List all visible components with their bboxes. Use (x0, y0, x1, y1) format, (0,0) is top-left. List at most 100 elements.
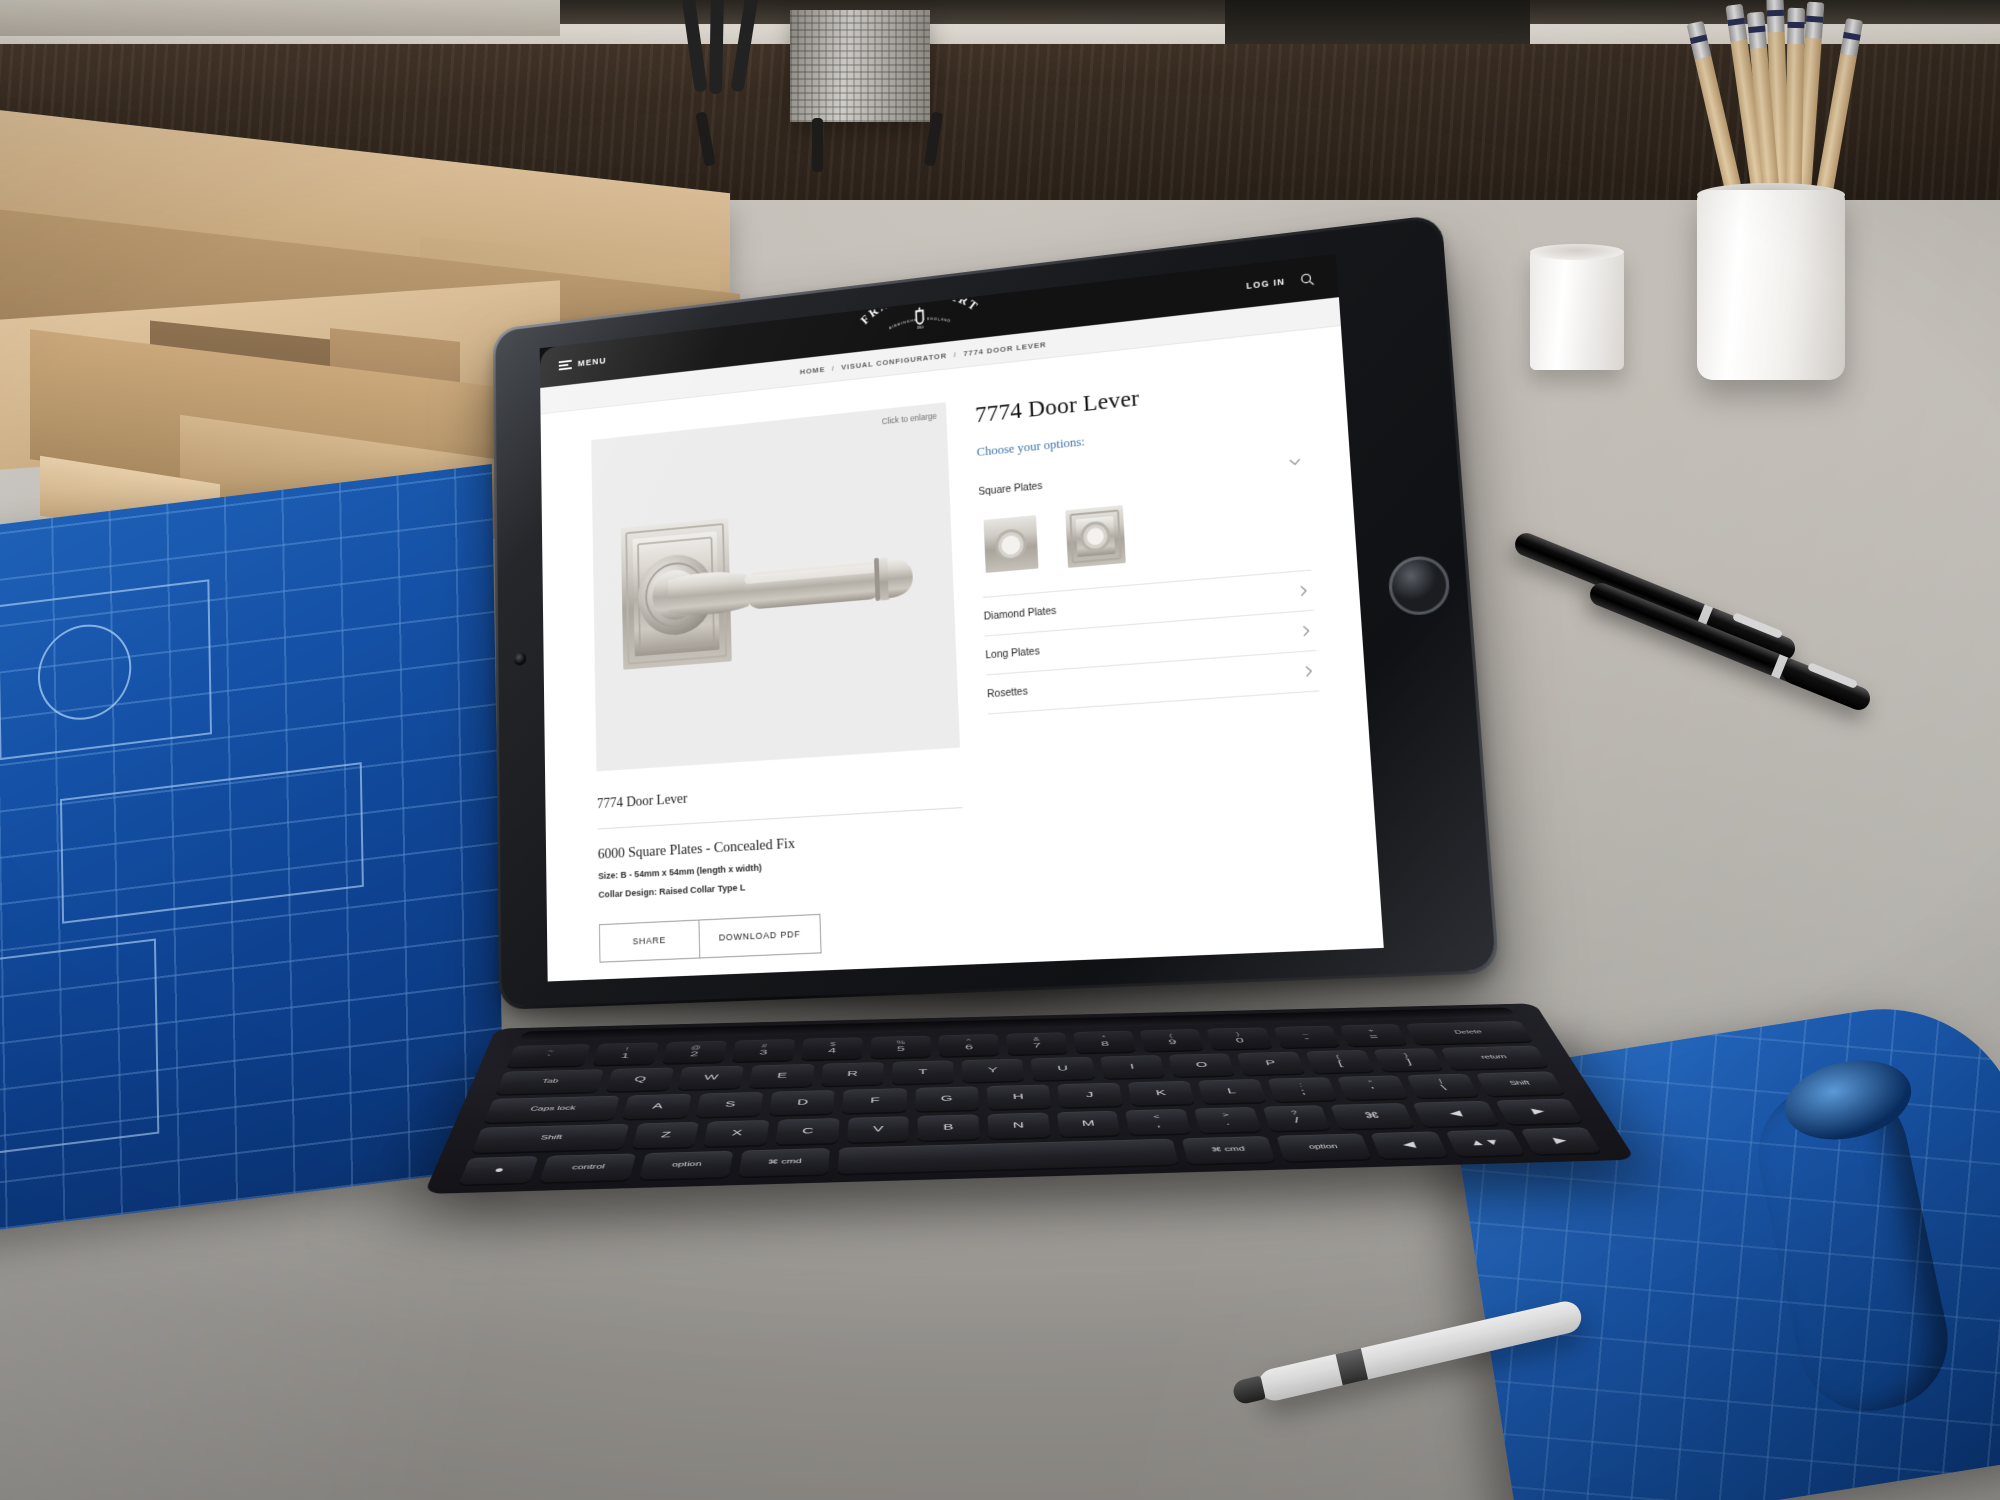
crest-icon: 1910 (915, 307, 924, 330)
key-[interactable]: ▶ (1520, 1127, 1601, 1154)
key-[interactable]: % 5 (870, 1036, 930, 1059)
accordion-header-rosettes[interactable]: Rosettes (986, 651, 1319, 713)
key-o[interactable]: O (1169, 1053, 1236, 1076)
key-s[interactable]: S (696, 1092, 764, 1117)
accordion-header-long-plates[interactable]: Long Plates (985, 611, 1317, 675)
blueprint-detail (0, 938, 159, 1154)
key-[interactable]: ) 0 (1207, 1027, 1272, 1049)
mesh-leg (812, 118, 823, 172)
accordion-body-square-plates (979, 480, 1311, 597)
key-u[interactable]: U (1031, 1057, 1095, 1081)
key-tab[interactable]: Tab (495, 1069, 603, 1094)
key-[interactable]: | \ (1407, 1074, 1480, 1098)
key-[interactable]: & 7 (1006, 1032, 1068, 1054)
key-[interactable]: >. (1194, 1107, 1261, 1133)
key-l[interactable]: L (1198, 1079, 1267, 1104)
key-x[interactable]: X (704, 1120, 770, 1147)
hamburger-icon (559, 360, 572, 370)
key-a[interactable]: A (622, 1094, 692, 1119)
wall-panel-left (0, 0, 560, 36)
key-k[interactable]: K (1127, 1081, 1194, 1106)
key-p[interactable]: P (1237, 1052, 1305, 1075)
key-[interactable]: ● (459, 1156, 539, 1185)
key-[interactable]: ⌘ (1330, 1103, 1415, 1129)
desk-scene-photo: ~ `! 1 @2 #3 $4 % 5 ^ 6 & 7 * 8(9) 0 _ - + = Delete Tab Q W E R T… (0, 0, 2000, 1500)
key-w[interactable]: W (678, 1066, 745, 1090)
key-[interactable]: }] (1373, 1048, 1443, 1071)
ipad-screen: MENU FRANK ALLART BIRMINGHAM · ENGLAND 1… (540, 254, 1384, 982)
divider (597, 807, 962, 829)
key-[interactable]: #3 (732, 1039, 795, 1062)
key-return[interactable]: return (1441, 1046, 1549, 1070)
website-viewport: MENU FRANK ALLART BIRMINGHAM · ENGLAND 1… (540, 254, 1384, 982)
key-[interactable]: " ' (1337, 1075, 1408, 1099)
key-[interactable]: * 8 (1073, 1031, 1136, 1053)
key-[interactable]: _ - (1273, 1026, 1339, 1048)
download-pdf-button[interactable]: DOWNLOAD PDF (698, 914, 821, 959)
key-y[interactable]: Y (962, 1059, 1025, 1083)
key-v[interactable]: V (847, 1116, 909, 1142)
breadcrumb-item-configurator[interactable]: VISUAL CONFIGURATOR (841, 351, 947, 371)
key-d[interactable]: D (769, 1090, 835, 1115)
key-option[interactable]: option (1276, 1133, 1371, 1161)
accordion-header-diamond-plates[interactable]: Diamond Plates (983, 571, 1314, 636)
key-[interactable]: ▶ (1495, 1099, 1583, 1125)
key-[interactable]: ! 1 (592, 1042, 659, 1065)
key-[interactable]: <, (1125, 1109, 1191, 1135)
key-b[interactable]: B (918, 1114, 979, 1140)
key-[interactable]: + = (1339, 1024, 1407, 1046)
key-f[interactable]: F (843, 1088, 907, 1113)
header-actions: LOG IN (1246, 271, 1316, 294)
small-container-lip (1530, 244, 1624, 260)
share-button[interactable]: SHARE (599, 920, 700, 963)
key-[interactable]: {[ (1305, 1050, 1374, 1073)
key-[interactable]: ~ ` (506, 1044, 590, 1067)
key-delete[interactable]: Delete (1405, 1021, 1532, 1044)
key-m[interactable]: M (1056, 1111, 1120, 1137)
key-[interactable]: $4 (801, 1037, 863, 1060)
key-[interactable]: ▲▼ (1446, 1129, 1525, 1156)
key-q[interactable]: Q (606, 1067, 674, 1091)
key-shift[interactable]: Shift (1476, 1071, 1565, 1096)
key-option[interactable]: option (639, 1151, 733, 1180)
accordion-item-diamond-plates: Diamond Plates (983, 571, 1314, 637)
key-j[interactable]: J (1057, 1083, 1123, 1108)
chevron-right-icon[interactable] (1298, 623, 1314, 639)
keyboard-keys[interactable]: ~ `! 1 @2 #3 $4 % 5 ^ 6 & 7 * 8(9) 0 _ - + = Delete Tab Q W E R T… (460, 1021, 1600, 1182)
blueprint-circle (37, 619, 132, 725)
key-h[interactable]: H (986, 1085, 1051, 1110)
key-[interactable]: ? / (1262, 1105, 1330, 1131)
key-[interactable]: ^ 6 (939, 1034, 999, 1057)
ipad-device: MENU FRANK ALLART BIRMINGHAM · ENGLAND 1… (455, 265, 1455, 985)
blueprint-sheet (0, 464, 504, 1236)
key-r[interactable]: R (821, 1062, 884, 1086)
key-t[interactable]: T (892, 1060, 954, 1084)
key-[interactable]: (9 (1140, 1029, 1204, 1051)
key-caps-lock[interactable]: Caps lock (484, 1096, 620, 1123)
key-[interactable]: ◀ (1413, 1101, 1499, 1127)
product-image-panel[interactable]: Click to enlarge (591, 402, 960, 771)
menu-button[interactable]: MENU (559, 355, 607, 371)
breadcrumb-item-home[interactable]: HOME (800, 365, 826, 376)
chevron-right-icon[interactable] (1301, 664, 1317, 680)
click-to-enlarge-label[interactable]: Click to enlarge (882, 411, 938, 426)
chevron-down-icon[interactable] (1287, 454, 1302, 469)
key-space[interactable] (837, 1139, 1178, 1174)
key-g[interactable]: G (915, 1086, 978, 1111)
action-buttons: SHARE DOWNLOAD PDF (599, 907, 968, 963)
key-cmd[interactable]: ⌘ cmd (738, 1148, 829, 1177)
key-shift[interactable]: Shift (472, 1124, 629, 1153)
accordion-label: Square Plates (978, 480, 1042, 498)
chevron-right-icon[interactable] (1295, 583, 1311, 599)
door-lever-image (612, 489, 934, 680)
key-e[interactable]: E (749, 1064, 814, 1088)
key-[interactable]: ◀ (1370, 1131, 1448, 1158)
key-[interactable]: :; (1268, 1077, 1338, 1102)
key-z[interactable]: Z (632, 1122, 700, 1149)
key-i[interactable]: I (1100, 1055, 1165, 1079)
key-n[interactable]: N (987, 1113, 1050, 1139)
key-[interactable]: @2 (662, 1041, 727, 1064)
key-cmd[interactable]: ⌘ cmd (1182, 1136, 1275, 1164)
key-control[interactable]: control (539, 1153, 636, 1182)
key-c[interactable]: C (775, 1118, 839, 1144)
